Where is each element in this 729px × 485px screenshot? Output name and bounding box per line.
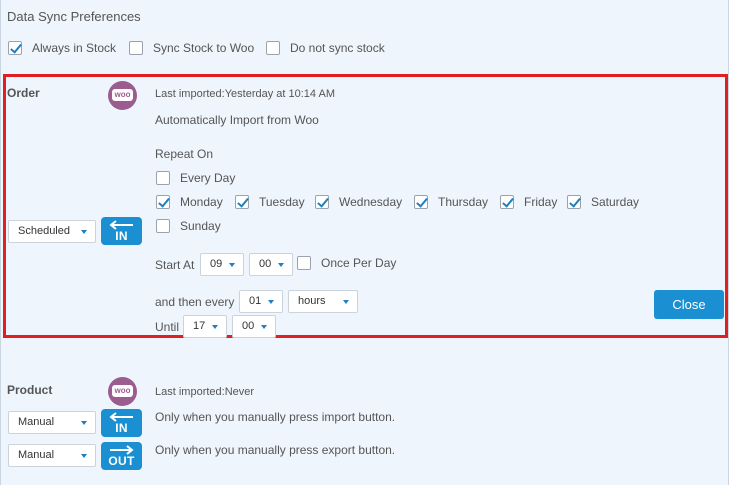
- page-title: Data Sync Preferences: [7, 9, 141, 24]
- product-export-mode-value: Manual: [18, 449, 55, 461]
- start-min-select[interactable]: 00: [249, 253, 293, 276]
- sunday-label: Sunday: [180, 219, 221, 233]
- saturday-checkbox[interactable]: [567, 195, 581, 209]
- product-import-mode-value: Manual: [18, 416, 55, 428]
- close-button[interactable]: Close: [654, 290, 724, 319]
- sync-stock-to-woo-checkbox[interactable]: [129, 41, 143, 55]
- order-import-in-button[interactable]: IN: [101, 217, 142, 245]
- chevron-down-icon: [212, 325, 218, 329]
- tuesday-checkbox[interactable]: [235, 195, 249, 209]
- then-every-label: and then every: [155, 295, 235, 309]
- repeat-on-label: Repeat On: [155, 147, 214, 161]
- until-min-value: 00: [242, 320, 255, 332]
- always-in-stock-checkbox[interactable]: [8, 41, 22, 55]
- woo-logo-text: woo: [112, 385, 133, 397]
- saturday-label: Saturday: [591, 195, 640, 209]
- data-sync-panel: Data Sync Preferences Always in Stock Sy…: [0, 0, 729, 485]
- until-min-select[interactable]: 00: [232, 315, 276, 338]
- chevron-down-icon: [81, 230, 87, 234]
- auto-import-text: Automatically Import from Woo: [155, 113, 319, 127]
- interval-unit-value: hours: [298, 295, 326, 307]
- product-import-in-button[interactable]: IN: [101, 409, 142, 437]
- sync-stock-to-woo-label: Sync Stock to Woo: [153, 41, 255, 55]
- friday-checkbox[interactable]: [500, 195, 514, 209]
- do-not-sync-stock-checkbox[interactable]: [266, 41, 280, 55]
- until-hour-select[interactable]: 17: [183, 315, 227, 338]
- every-day-label: Every Day: [180, 171, 236, 185]
- product-section-label: Product: [7, 383, 53, 397]
- woo-logo-icon: woo: [108, 81, 137, 110]
- product-export-out-button[interactable]: OUT: [101, 442, 142, 470]
- wednesday-label: Wednesday: [339, 195, 403, 209]
- thursday-checkbox[interactable]: [414, 195, 428, 209]
- once-per-day-checkbox[interactable]: [297, 256, 311, 270]
- interval-select[interactable]: 01: [239, 290, 283, 313]
- product-export-mode-select[interactable]: Manual: [8, 444, 96, 467]
- order-section-label: Order: [7, 86, 40, 100]
- every-day-checkbox[interactable]: [156, 171, 170, 185]
- interval-unit-select[interactable]: hours: [288, 290, 358, 313]
- thursday-label: Thursday: [438, 195, 489, 209]
- product-import-description: Only when you manually press import butt…: [155, 410, 396, 424]
- order-mode-select[interactable]: Scheduled: [8, 220, 96, 243]
- monday-checkbox[interactable]: [156, 195, 170, 209]
- always-in-stock-label: Always in Stock: [32, 41, 117, 55]
- start-min-value: 00: [259, 258, 272, 270]
- until-hour-value: 17: [193, 320, 206, 332]
- wednesday-checkbox[interactable]: [315, 195, 329, 209]
- woo-logo-text: woo: [112, 89, 133, 101]
- product-import-mode-select[interactable]: Manual: [8, 411, 96, 434]
- interval-value: 01: [249, 295, 262, 307]
- start-hour-select[interactable]: 09: [200, 253, 244, 276]
- start-at-label: Start At: [155, 258, 195, 272]
- friday-label: Friday: [524, 195, 558, 209]
- product-last-imported: Last imported:Never: [155, 386, 255, 398]
- do-not-sync-stock-label: Do not sync stock: [290, 41, 385, 55]
- once-per-day-label: Once Per Day: [321, 256, 397, 270]
- out-label: OUT: [108, 454, 135, 468]
- chevron-down-icon: [81, 421, 87, 425]
- chevron-down-icon: [229, 263, 235, 267]
- until-label: Until: [155, 320, 180, 334]
- chevron-down-icon: [81, 454, 87, 458]
- order-last-imported: Last imported:Yesterday at 10:14 AM: [155, 88, 335, 100]
- order-mode-value: Scheduled: [18, 225, 70, 237]
- in-label: IN: [115, 229, 128, 243]
- product-export-description: Only when you manually press export butt…: [155, 443, 396, 457]
- sunday-checkbox[interactable]: [156, 219, 170, 233]
- chevron-down-icon: [343, 300, 349, 304]
- chevron-down-icon: [261, 325, 267, 329]
- in-label: IN: [115, 421, 128, 435]
- monday-label: Monday: [180, 195, 223, 209]
- tuesday-label: Tuesday: [259, 195, 305, 209]
- woo-logo-icon: woo: [108, 377, 137, 406]
- start-hour-value: 09: [210, 258, 223, 270]
- chevron-down-icon: [268, 300, 274, 304]
- chevron-down-icon: [278, 263, 284, 267]
